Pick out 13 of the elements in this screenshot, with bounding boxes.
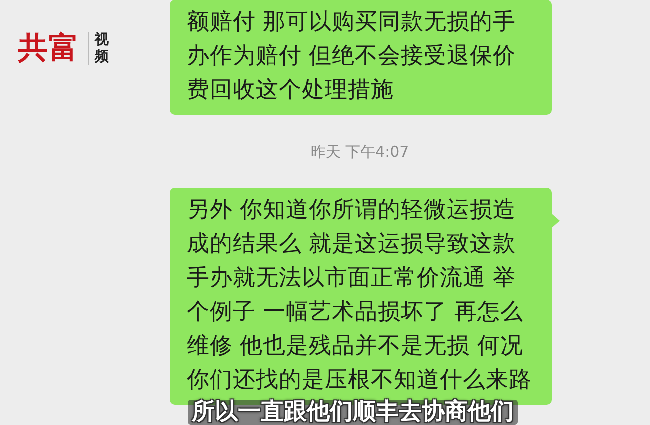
message-text: 你们还找的是压根不知道什么来路 [187, 366, 533, 395]
video-subtitle: 所以一直跟他们顺丰去协商他们 [188, 400, 518, 425]
message-text: 额赔付 那可以购买同款无损的手 [187, 8, 518, 37]
timestamp: 昨天 下午4:07 [310, 143, 410, 161]
message-text: 另外 你知道你所谓的轻微运损造 [187, 196, 518, 225]
logo-subtitle: 视频 [88, 32, 109, 65]
message-text: 个例子 一幅艺术品损坏了 再怎么 [187, 298, 524, 327]
message-text: 费回收这个处理措施 [187, 76, 395, 105]
message-text: 手办就无法以市面正常价流通 举 [187, 264, 518, 293]
message-text: 办作为赔付 但绝不会接受退保价 [187, 42, 518, 71]
message-text: 维修 他也是残品并不是无损 何况 [187, 332, 524, 361]
message-text: 成的结果么 就是这运损导致这款 [187, 230, 518, 259]
logo-text: 共富 [18, 30, 80, 68]
